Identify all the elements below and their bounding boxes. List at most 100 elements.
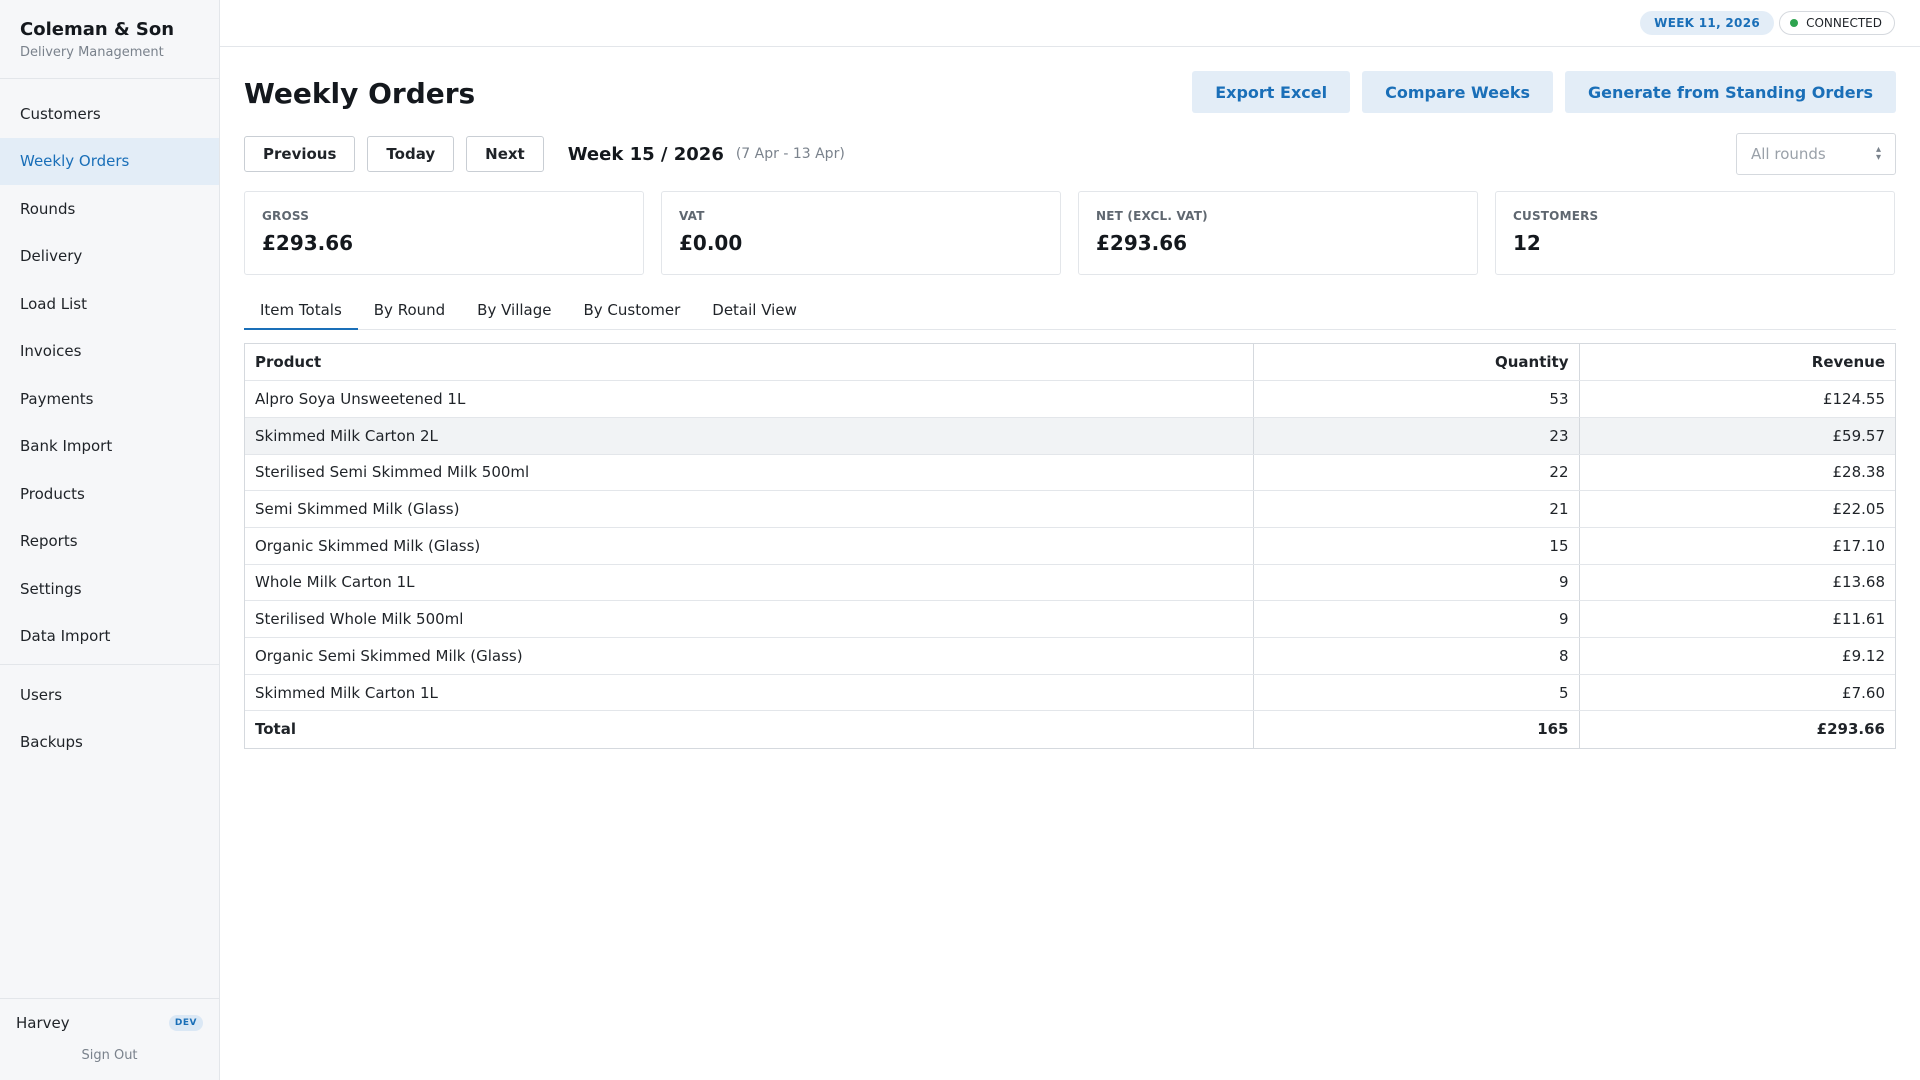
cell-product: Whole Milk Carton 1L — [245, 564, 1253, 602]
column-header-revenue[interactable]: Revenue — [1578, 344, 1895, 382]
table-row: Skimmed Milk Carton 1L 5 £7.60 — [245, 674, 1895, 712]
stat-label: NET (EXCL. VAT) — [1096, 209, 1208, 223]
cell-revenue: £22.05 — [1578, 490, 1895, 528]
table-row: Semi Skimmed Milk (Glass) 21 £22.05 — [245, 490, 1895, 528]
next-week-button[interactable]: Next — [466, 136, 544, 172]
column-header-quantity[interactable]: Quantity — [1252, 344, 1579, 382]
sidebar-item-data-import[interactable]: Data Import — [0, 613, 219, 661]
sidebar-item-backups[interactable]: Backups — [0, 719, 219, 767]
week-label: Week 15 / 2026 — [567, 143, 724, 165]
sidebar: Coleman & Son Delivery Management Custom… — [0, 0, 220, 1080]
sidebar-item-products[interactable]: Products — [0, 470, 219, 518]
cell-revenue: £13.68 — [1578, 564, 1895, 602]
sidebar-item-weekly-orders[interactable]: Weekly Orders — [0, 137, 219, 185]
sidebar-item-reports[interactable]: Reports — [0, 518, 219, 566]
tab-by-village[interactable]: By Village — [461, 291, 567, 330]
cell-product: Semi Skimmed Milk (Glass) — [245, 490, 1253, 528]
current-week-badge: WEEK 11, 2026 — [1640, 11, 1774, 35]
brand-name: Coleman & Son — [20, 19, 175, 40]
cell-revenue: £9.12 — [1578, 637, 1895, 675]
cell-revenue: £11.61 — [1578, 600, 1895, 638]
sidebar-item-invoices[interactable]: Invoices — [0, 328, 219, 376]
week-date-range: (7 Apr - 13 Apr) — [735, 146, 845, 162]
round-filter-value: All rounds — [1751, 145, 1826, 163]
cell-product: Organic Skimmed Milk (Glass) — [245, 527, 1253, 565]
tab-by-customer[interactable]: By Customer — [567, 291, 696, 330]
cell-quantity: 9 — [1252, 600, 1579, 638]
cell-revenue: £28.38 — [1578, 454, 1895, 492]
sidebar-nav: Customers Weekly Orders Rounds Delivery … — [0, 79, 219, 766]
stat-label: GROSS — [262, 209, 310, 223]
tab-detail-view[interactable]: Detail View — [696, 291, 813, 330]
cell-quantity: 9 — [1252, 564, 1579, 602]
cell-quantity: 15 — [1252, 527, 1579, 565]
table-row: Skimmed Milk Carton 2L 23 £59.57 — [245, 417, 1895, 455]
table-row: Organic Skimmed Milk (Glass) 15 £17.10 — [245, 527, 1895, 565]
brand-subtitle: Delivery Management — [20, 45, 164, 60]
sign-out-link[interactable]: Sign Out — [0, 1048, 219, 1063]
sidebar-item-rounds[interactable]: Rounds — [0, 185, 219, 233]
user-row: Harvey DEV — [0, 999, 219, 1032]
summary-stats: GROSS £293.66 VAT £0.00 NET (EXCL. VAT) … — [244, 191, 1895, 275]
table-row: Organic Semi Skimmed Milk (Glass) 8 £9.1… — [245, 637, 1895, 675]
stat-card-customers: CUSTOMERS 12 — [1495, 191, 1895, 275]
connection-status-label: CONNECTED — [1806, 16, 1882, 30]
table-total-row: Total 165 £293.66 — [245, 710, 1895, 748]
export-excel-button[interactable]: Export Excel — [1192, 71, 1351, 113]
cell-quantity: 8 — [1252, 637, 1579, 675]
total-revenue: £293.66 — [1578, 710, 1895, 748]
cell-product: Skimmed Milk Carton 1L — [245, 674, 1253, 712]
cell-quantity: 21 — [1252, 490, 1579, 528]
stat-value: £293.66 — [1096, 231, 1188, 255]
cell-revenue: £7.60 — [1578, 674, 1895, 712]
cell-quantity: 23 — [1252, 417, 1579, 455]
brand: Coleman & Son Delivery Management — [0, 0, 219, 79]
cell-quantity: 5 — [1252, 674, 1579, 712]
total-quantity: 165 — [1252, 710, 1579, 748]
page-actions: Export Excel Compare Weeks Generate from… — [1192, 71, 1896, 113]
item-totals-table: Product Quantity Revenue Alpro Soya Unsw… — [244, 343, 1896, 749]
sidebar-item-payments[interactable]: Payments — [0, 375, 219, 423]
stat-label: CUSTOMERS — [1513, 209, 1599, 223]
nav-divider — [0, 664, 219, 665]
connection-status: CONNECTED — [1779, 11, 1895, 35]
sidebar-item-users[interactable]: Users — [0, 671, 219, 719]
cell-revenue: £17.10 — [1578, 527, 1895, 565]
env-badge: DEV — [168, 1015, 203, 1031]
table-row: Sterilised Semi Skimmed Milk 500ml 22 £2… — [245, 454, 1895, 492]
stat-value: £293.66 — [262, 231, 354, 255]
cell-product: Sterilised Semi Skimmed Milk 500ml — [245, 454, 1253, 492]
cell-product: Sterilised Whole Milk 500ml — [245, 600, 1253, 638]
status-dot-icon — [1790, 19, 1799, 27]
stat-value: 12 — [1513, 231, 1541, 255]
tab-by-round[interactable]: By Round — [358, 291, 461, 330]
sidebar-item-bank-import[interactable]: Bank Import — [0, 423, 219, 471]
sidebar-item-customers[interactable]: Customers — [0, 90, 219, 138]
cell-quantity: 53 — [1252, 380, 1579, 418]
cell-revenue: £124.55 — [1578, 380, 1895, 418]
total-label: Total — [255, 720, 296, 739]
cell-revenue: £59.57 — [1578, 417, 1895, 455]
sidebar-item-delivery[interactable]: Delivery — [0, 233, 219, 281]
stat-card-net: NET (EXCL. VAT) £293.66 — [1078, 191, 1478, 275]
table-row: Whole Milk Carton 1L 9 £13.68 — [245, 564, 1895, 602]
generate-standing-orders-button[interactable]: Generate from Standing Orders — [1565, 71, 1896, 113]
chevron-up-down-icon: ▴ ▾ — [1875, 144, 1881, 163]
today-button[interactable]: Today — [367, 136, 455, 172]
column-header-product[interactable]: Product — [245, 344, 1253, 382]
stat-card-gross: GROSS £293.66 — [244, 191, 644, 275]
view-tabs: Item Totals By Round By Village By Custo… — [244, 291, 1896, 330]
cell-product: Organic Semi Skimmed Milk (Glass) — [245, 637, 1253, 675]
topbar: WEEK 11, 2026 CONNECTED — [220, 0, 1920, 47]
previous-week-button[interactable]: Previous — [244, 136, 356, 172]
round-filter-select[interactable]: All rounds ▴ ▾ — [1736, 133, 1896, 175]
stat-card-vat: VAT £0.00 — [661, 191, 1061, 275]
sidebar-item-settings[interactable]: Settings — [0, 565, 219, 613]
stat-value: £0.00 — [679, 231, 743, 255]
table-row: Sterilised Whole Milk 500ml 9 £11.61 — [245, 600, 1895, 638]
table-row: Alpro Soya Unsweetened 1L 53 £124.55 — [245, 380, 1895, 418]
compare-weeks-button[interactable]: Compare Weeks — [1362, 71, 1553, 113]
sidebar-item-load-list[interactable]: Load List — [0, 280, 219, 328]
table-header-row: Product Quantity Revenue — [245, 344, 1895, 382]
tab-item-totals[interactable]: Item Totals — [244, 291, 358, 330]
